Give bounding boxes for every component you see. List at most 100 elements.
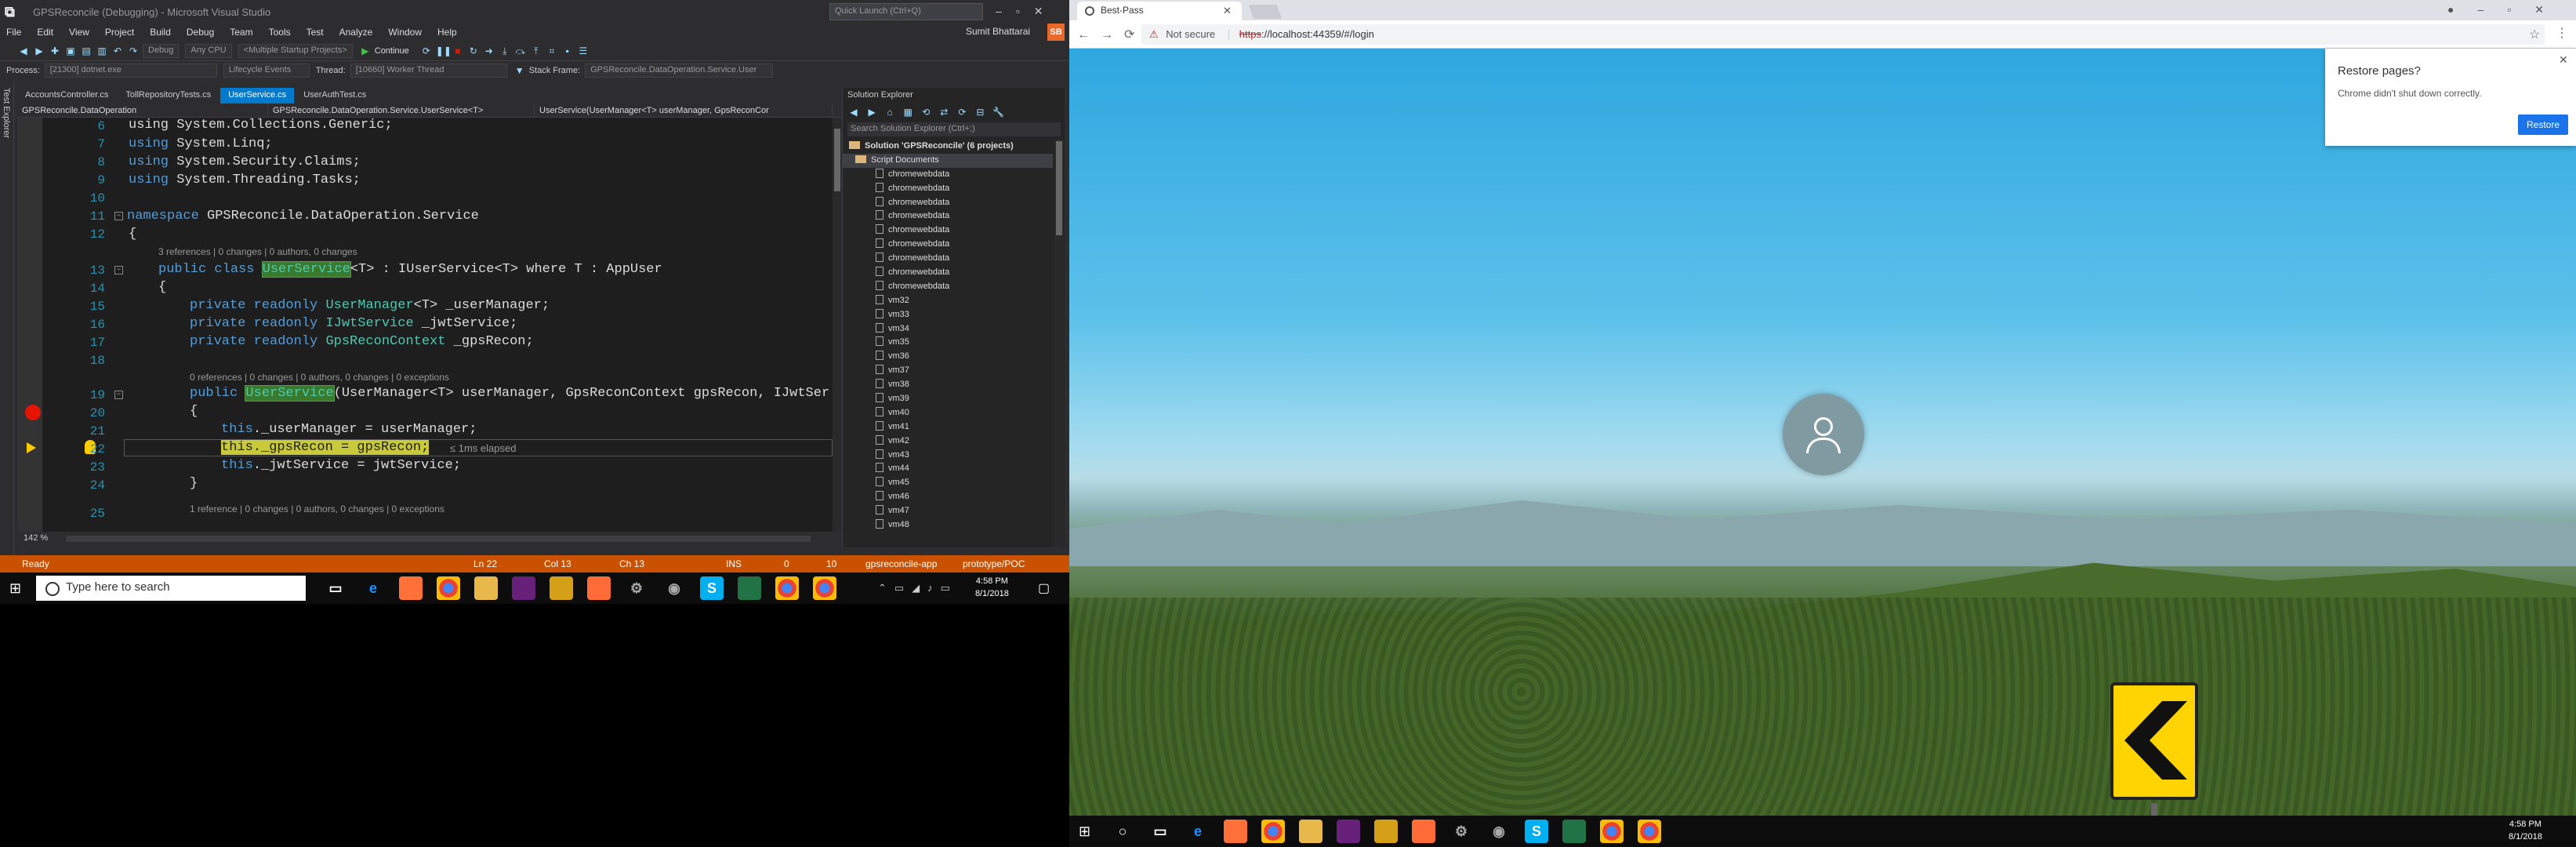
member-dropdown[interactable]: UserService(UserManager<T> userManager, … — [535, 104, 833, 117]
breakpoint-icon[interactable] — [25, 405, 41, 420]
collapse-all-icon[interactable]: ⊟ — [974, 106, 986, 118]
continue-button[interactable]: Continue — [375, 46, 409, 56]
type-dropdown[interactable]: GPSReconcile.DataOperation.Service.UserS… — [268, 104, 535, 117]
menu-edit[interactable]: Edit — [37, 27, 53, 38]
menu-file[interactable]: File — [6, 27, 21, 38]
solution-file-item[interactable]: vm34 — [843, 322, 1053, 336]
test-explorer-tab[interactable]: Test Explorer — [2, 88, 11, 138]
zoom-level[interactable]: 142 % — [24, 533, 48, 543]
tab-user-service[interactable]: UserService.cs — [220, 88, 295, 104]
menu-help[interactable]: Help — [437, 27, 457, 38]
solution-file-item[interactable]: vm44 — [843, 462, 1053, 476]
postman-icon[interactable] — [587, 576, 611, 600]
solution-file-item[interactable]: vm40 — [843, 406, 1053, 420]
step-into-icon[interactable]: ⤓ — [499, 45, 511, 57]
start-icon[interactable]: ⊞ — [9, 580, 21, 597]
solution-file-item[interactable]: chromewebdata — [843, 252, 1053, 266]
collapse-class-icon[interactable]: − — [114, 266, 123, 274]
solution-node[interactable]: Solution 'GPSReconcile' (6 projects) — [843, 140, 1053, 154]
solution-file-item[interactable]: vm38 — [843, 378, 1053, 392]
solution-file-item[interactable]: chromewebdata — [843, 238, 1053, 252]
menu-debug[interactable]: Debug — [187, 27, 214, 38]
chrome-icon[interactable] — [1261, 820, 1285, 843]
vs-user-avatar[interactable]: SB — [1047, 24, 1065, 41]
solution-file-item[interactable]: vm32 — [843, 294, 1053, 308]
comment-icon[interactable]: ☰ — [577, 45, 590, 57]
visual-studio-icon[interactable] — [512, 576, 535, 600]
vs-window-controls[interactable]: –▫✕ — [996, 5, 1057, 18]
breakpoint-gutter[interactable] — [17, 118, 42, 532]
solution-file-item[interactable]: vm41 — [843, 420, 1053, 434]
system-tray-icons[interactable]: ⌃▭◢♪▭ — [878, 582, 958, 594]
chrome-window-controls[interactable]: ●–▫✕ — [2447, 3, 2567, 16]
solution-file-item[interactable]: vm47 — [843, 504, 1053, 518]
menu-build[interactable]: Build — [150, 27, 171, 38]
chrome-icon[interactable] — [813, 576, 836, 600]
close-icon[interactable]: ✕ — [2559, 53, 2568, 67]
home-icon[interactable]: ⌂ — [883, 106, 896, 118]
menu-tools[interactable]: Tools — [269, 27, 291, 38]
chrome-icon[interactable] — [437, 576, 460, 600]
save-icon[interactable]: ▤ — [80, 45, 93, 57]
restore-button[interactable]: Restore — [2518, 115, 2568, 135]
chrome-icon[interactable] — [775, 576, 799, 600]
solution-search-input[interactable]: Search Solution Explorer (Ctrl+;) — [847, 122, 1061, 136]
back-icon[interactable]: ← — [1077, 28, 1101, 42]
sync-icon[interactable]: ⇄ — [938, 106, 950, 118]
close-tab-icon[interactable]: ✕ — [1223, 5, 1232, 17]
code-editor[interactable]: 6 7 8 9 10 11 12 13 14 15 16 17 18 19 20… — [17, 118, 842, 532]
solution-file-item[interactable]: chromewebdata — [843, 168, 1053, 182]
notepad-icon[interactable] — [550, 576, 573, 600]
solution-file-item[interactable]: chromewebdata — [843, 196, 1053, 210]
firefox-icon[interactable] — [1224, 820, 1247, 843]
solution-file-item[interactable]: vm39 — [843, 392, 1053, 406]
forward-icon[interactable]: ▶ — [33, 45, 45, 57]
notifications-icon[interactable]: ▢ — [1038, 580, 1050, 596]
solution-file-item[interactable]: vm46 — [843, 490, 1053, 504]
back-icon[interactable]: ◀ — [17, 45, 30, 57]
quick-launch-input[interactable]: Quick Launch (Ctrl+Q) — [829, 3, 983, 20]
menu-test[interactable]: Test — [307, 27, 324, 38]
refresh-icon[interactable]: ⟳ — [420, 45, 433, 57]
back-icon[interactable]: ◀ — [847, 106, 860, 118]
file-explorer-icon[interactable] — [1299, 820, 1322, 843]
file-explorer-icon[interactable] — [474, 576, 498, 600]
codelens-class[interactable]: 3 references | 0 changes | 0 authors, 0 … — [158, 246, 357, 257]
skype-icon[interactable]: S — [700, 576, 724, 600]
project-dropdown[interactable]: GPSReconcile.DataOperation — [17, 104, 268, 117]
tab-accounts-controller[interactable]: AccountsController.cs — [17, 88, 116, 104]
solution-file-item[interactable]: chromewebdata — [843, 280, 1053, 294]
postman-icon[interactable] — [1412, 820, 1435, 843]
status-repository[interactable]: gpsreconcile-app — [865, 558, 937, 569]
filter-icon[interactable]: ▼ — [513, 64, 526, 77]
task-view-icon[interactable]: ▭ — [1148, 820, 1172, 843]
chrome-tab[interactable]: Best-Pass ✕ — [1077, 2, 1242, 20]
paint-icon[interactable]: ◉ — [1487, 820, 1511, 843]
switch-views-icon[interactable]: ▦ — [902, 106, 914, 118]
settings-icon[interactable]: ⚙ — [1449, 820, 1473, 843]
solution-file-item[interactable]: vm42 — [843, 434, 1053, 449]
taskbar-search-input[interactable]: Type here to search — [36, 576, 306, 601]
menu-window[interactable]: Window — [388, 27, 422, 38]
solution-config-select[interactable]: Debug — [143, 43, 180, 58]
tab-user-auth-test[interactable]: UserAuthTest.cs — [296, 88, 374, 104]
editor-horizontal-scrollbar[interactable] — [66, 536, 811, 542]
menu-view[interactable]: View — [69, 27, 89, 38]
menu-team[interactable]: Team — [230, 27, 252, 38]
startup-project-select[interactable]: <Multiple Startup Projects> — [238, 43, 353, 58]
excel-icon[interactable] — [738, 576, 761, 600]
start-icon[interactable]: ⊞ — [1079, 823, 1090, 840]
menu-analyze[interactable]: Analyze — [339, 27, 373, 38]
pending-changes-icon[interactable]: ⟲ — [920, 106, 932, 118]
skype-icon[interactable]: S — [1525, 820, 1548, 843]
lifecycle-events-select[interactable]: Lifecycle Events — [223, 64, 310, 78]
collapse-constructor-icon[interactable]: − — [114, 391, 123, 399]
solution-file-item[interactable]: vm37 — [843, 364, 1053, 378]
excel-icon[interactable] — [1562, 820, 1586, 843]
restart-icon[interactable]: ↻ — [467, 45, 480, 57]
settings-icon[interactable]: ⚙ — [625, 576, 648, 600]
address-bar[interactable]: ⚠ Not secure | https://localhost:44359/#… — [1141, 24, 2545, 45]
codelens-method[interactable]: 1 reference | 0 changes | 0 authors, 0 c… — [190, 503, 444, 514]
thread-select[interactable]: [10660] Worker Thread — [350, 64, 507, 78]
stack-frame-select[interactable]: GPSReconcile.DataOperation.Service.User — [585, 64, 774, 78]
